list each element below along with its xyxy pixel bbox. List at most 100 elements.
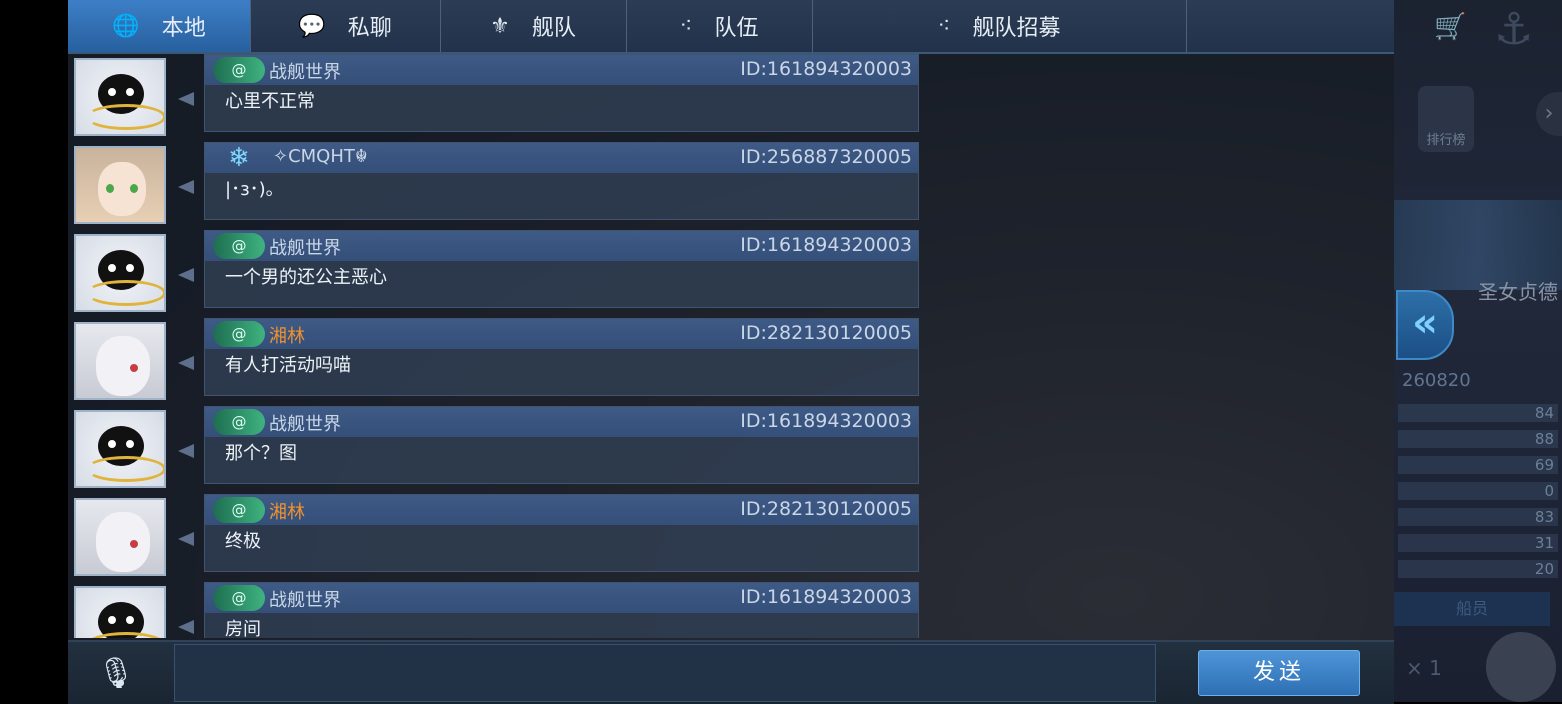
- avatar[interactable]: [74, 146, 166, 224]
- message-bubble: @ 湘林 ID:282130120005 终极: [204, 494, 919, 572]
- ship-title: 圣女贞德: [1478, 280, 1558, 304]
- bubble-pointer: [178, 180, 194, 194]
- sender-id: ID:161894320003: [740, 586, 912, 608]
- avatar[interactable]: [74, 410, 166, 488]
- message-header: @ 战舰世界 ID:161894320003: [205, 583, 918, 613]
- sender-name[interactable]: 湘林: [269, 322, 305, 348]
- send-button[interactable]: 发送: [1198, 650, 1360, 696]
- anchor-icon[interactable]: ⚓: [1494, 4, 1533, 55]
- message-header: @ 战舰世界 ID:161894320003: [205, 231, 918, 261]
- collapse-chat-button[interactable]: «: [1396, 290, 1454, 360]
- message-text: 房间: [225, 619, 261, 638]
- sender-id: ID:282130120005: [740, 498, 912, 520]
- message-header: @ 战舰世界 ID:161894320003: [205, 407, 918, 437]
- sender-id: ID:161894320003: [740, 58, 912, 80]
- double-chevron-left-icon: «: [1412, 300, 1438, 346]
- bubble-pointer: [178, 444, 194, 458]
- message-text: |･з･)。: [225, 179, 284, 200]
- chat-message: ❄ ✧CMQHT☬ ID:256887320005 |･з･)。: [68, 142, 968, 224]
- message-bubble: @ 战舰世界 ID:161894320003 房间: [204, 582, 919, 638]
- rank-badge-icon: @: [213, 233, 265, 259]
- message-text: 心里不正常: [225, 91, 315, 112]
- rank-badge-icon: @: [213, 321, 265, 347]
- crew-button[interactable]: 船员: [1394, 592, 1550, 626]
- snowflake-badge-icon: ❄: [228, 143, 250, 173]
- bubble-pointer: [178, 92, 194, 106]
- bubble-pointer: [178, 532, 194, 546]
- message-header: @ 湘林 ID:282130120005: [205, 319, 918, 349]
- rank-badge-icon: @: [213, 585, 265, 611]
- avatar[interactable]: [74, 322, 166, 400]
- bubble-pointer: [178, 268, 194, 282]
- tab-label: 队伍: [714, 16, 759, 41]
- stat-row: 69: [1398, 456, 1558, 474]
- chat-panel: 🌐 本地 💬 私聊 ⚜ 舰队 ⁖ 队伍 ⁖ 舰队招募 @ 战舰世界 ID:161…: [68, 0, 1394, 704]
- message-bubble: @ 战舰世界 ID:161894320003 那个？图: [204, 406, 919, 484]
- chat-message: @ 战舰世界 ID:161894320003 那个？图: [68, 406, 968, 488]
- stat-row: 88: [1398, 430, 1558, 448]
- avatar[interactable]: [74, 234, 166, 312]
- team-dots-icon: ⁖: [679, 13, 693, 39]
- chat-message: @ 湘林 ID:282130120005 有人打活动吗喵: [68, 318, 968, 400]
- message-bubble: @ 战舰世界 ID:161894320003 心里不正常: [204, 54, 919, 132]
- tab-label: 舰队: [531, 16, 576, 41]
- stat-row: 20: [1398, 560, 1558, 578]
- message-text: 终极: [225, 531, 261, 552]
- microphone-icon[interactable]: 🎙: [96, 652, 136, 696]
- tab-private[interactable]: 💬 私聊: [250, 0, 441, 52]
- player-id: 260820: [1402, 370, 1471, 391]
- chat-input[interactable]: [174, 644, 1156, 702]
- tab-local[interactable]: 🌐 本地: [68, 0, 251, 52]
- sender-id: ID:282130120005: [740, 322, 912, 344]
- message-text: 一个男的还公主恶心: [225, 267, 387, 288]
- message-text: 那个？图: [225, 443, 297, 464]
- cart-icon[interactable]: 🛒: [1434, 12, 1466, 42]
- avatar[interactable]: [74, 58, 166, 136]
- chat-message-list[interactable]: @ 战舰世界 ID:161894320003 心里不正常 ❄ ✧CMQHT☬ I…: [68, 54, 1394, 638]
- bubble-pointer: [178, 620, 194, 634]
- avatar[interactable]: [74, 586, 166, 638]
- sender-id: ID:256887320005: [740, 146, 912, 168]
- chevron-right-icon[interactable]: ›: [1536, 92, 1562, 136]
- tab-team[interactable]: ⁖ 队伍: [626, 0, 813, 52]
- chat-input-bar: 🎙 发送: [68, 640, 1394, 704]
- stat-row: 31: [1398, 534, 1558, 552]
- team-dots-icon: ⁖: [937, 13, 951, 39]
- message-header: ❄ ✧CMQHT☬ ID:256887320005: [205, 143, 918, 173]
- count-label: × 1: [1406, 656, 1442, 680]
- sender-id: ID:161894320003: [740, 410, 912, 432]
- message-text: 有人打活动吗喵: [225, 355, 351, 376]
- fleet-emblem-icon: ⚜: [490, 13, 510, 39]
- stat-row: 84: [1398, 404, 1558, 422]
- ranking-emblem[interactable]: 排行榜: [1418, 86, 1474, 152]
- sender-name[interactable]: ✧CMQHT☬: [273, 146, 368, 167]
- message-header: @ 战舰世界 ID:161894320003: [205, 55, 918, 85]
- tab-label: 舰队招募: [972, 16, 1061, 41]
- message-bubble: @ 战舰世界 ID:161894320003 一个男的还公主恶心: [204, 230, 919, 308]
- chat-message: @ 战舰世界 ID:161894320003 房间: [68, 582, 968, 638]
- avatar[interactable]: [74, 498, 166, 576]
- sender-name[interactable]: 战舰世界: [269, 410, 341, 436]
- sender-id: ID:161894320003: [740, 234, 912, 256]
- sender-name[interactable]: 湘林: [269, 498, 305, 524]
- bubble-pointer: [178, 356, 194, 370]
- message-header: @ 湘林 ID:282130120005: [205, 495, 918, 525]
- chat-message: @ 战舰世界 ID:161894320003 心里不正常: [68, 54, 968, 136]
- sender-name[interactable]: 战舰世界: [269, 58, 341, 84]
- sender-name[interactable]: 战舰世界: [269, 586, 341, 612]
- chat-tab-bar: 🌐 本地 💬 私聊 ⚜ 舰队 ⁖ 队伍 ⁖ 舰队招募: [68, 0, 1394, 54]
- tab-fleet[interactable]: ⚜ 舰队: [440, 0, 627, 52]
- chat-message: @ 湘林 ID:282130120005 终极: [68, 494, 968, 576]
- tab-label: 私聊: [347, 16, 392, 41]
- tab-label: 本地: [161, 16, 206, 41]
- rank-badge-icon: @: [213, 57, 265, 83]
- sender-name[interactable]: 战舰世界: [269, 234, 341, 260]
- rank-badge-icon: @: [213, 497, 265, 523]
- tab-fleet-recruit[interactable]: ⁖ 舰队招募: [812, 0, 1187, 52]
- globe-icon: 🌐: [112, 13, 140, 39]
- message-bubble: @ 湘林 ID:282130120005 有人打活动吗喵: [204, 318, 919, 396]
- captain-avatar[interactable]: [1486, 632, 1556, 702]
- message-bubble: ❄ ✧CMQHT☬ ID:256887320005 |･з･)。: [204, 142, 919, 220]
- chat-message: @ 战舰世界 ID:161894320003 一个男的还公主恶心: [68, 230, 968, 312]
- stat-row: 0: [1398, 482, 1558, 500]
